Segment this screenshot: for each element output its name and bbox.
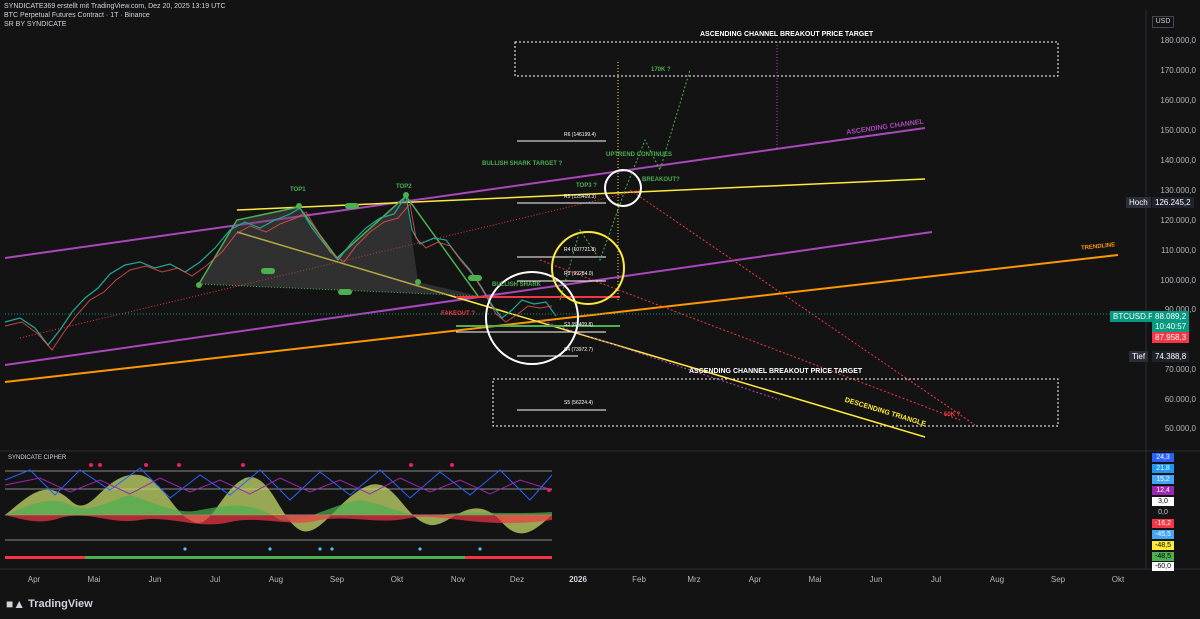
time-label-year: 2026 bbox=[569, 575, 587, 584]
orange-trendline bbox=[4, 254, 1119, 383]
countdown-tag: 10:40:57 bbox=[1152, 321, 1190, 332]
time-label: Apr bbox=[748, 575, 762, 584]
ann-170k: 170K ? bbox=[651, 67, 671, 73]
brand-name: TradingView bbox=[28, 598, 93, 610]
yellow-circle bbox=[551, 231, 625, 305]
tradingview-brand[interactable]: ■▲ TradingView bbox=[6, 597, 93, 611]
pivot-s5: S5 (56224.4) bbox=[564, 400, 593, 406]
time-label: Sep bbox=[329, 575, 345, 584]
ind-bottom-markers bbox=[183, 547, 482, 551]
time-label: Aug bbox=[268, 575, 284, 584]
indicator-value-tag: 21,8 bbox=[1152, 464, 1174, 473]
pivot-r4: R4 (107721.8) bbox=[564, 247, 596, 253]
symbol-tag: BTCUSD.P bbox=[1110, 311, 1157, 322]
high-tag-value: 126.245,2 bbox=[1152, 197, 1194, 208]
price-label: 130.000,0 bbox=[1160, 186, 1196, 195]
price-label: 70.000,0 bbox=[1164, 365, 1196, 374]
ind-bottom-bar-red-1 bbox=[5, 556, 85, 559]
ann-top2: TOP2 bbox=[396, 184, 412, 190]
price-label: 110.000,0 bbox=[1161, 246, 1196, 255]
indicator-value-tag: -60,0 bbox=[1152, 562, 1174, 571]
ann-fakeout: FAKEOUT ? bbox=[441, 311, 475, 317]
pivot-s4: S4 (73972.7) bbox=[564, 347, 593, 353]
ind-purple-line bbox=[4, 477, 553, 495]
time-label: Okt bbox=[390, 575, 404, 584]
indicator-value-tag: -16,2 bbox=[1152, 519, 1174, 528]
indicator-value-tag: 15,2 bbox=[1152, 475, 1174, 484]
price-label: 180.000,0 bbox=[1160, 36, 1196, 45]
ann-lower-target: ASCENDING CHANNEL BREAKOUT PRICE TARGET bbox=[689, 368, 863, 375]
price-label: 100.000,0 bbox=[1160, 276, 1196, 285]
price-label: 150.000,0 bbox=[1160, 126, 1196, 135]
ann-shark-target: BULLISH SHARK TARGET ? bbox=[482, 161, 563, 167]
ind-red-area bbox=[5, 515, 552, 525]
ind-yellow-area bbox=[5, 474, 552, 534]
pivot-r6: R6 (146199.4) bbox=[564, 132, 596, 138]
pivot-r3: R3 (99284.0) bbox=[564, 271, 594, 277]
time-label: Feb bbox=[632, 575, 646, 584]
indicator-value-tag: 3,0 bbox=[1152, 497, 1174, 506]
low-tag-value: 74.388,8 bbox=[1152, 351, 1190, 362]
ann-uptrend: UPTREND CONTINUES bbox=[606, 152, 673, 158]
time-label: Mai bbox=[808, 575, 822, 584]
ind-bottom-bar-red-2 bbox=[465, 556, 552, 559]
ann-breakout: BREAKOUT? bbox=[642, 177, 680, 183]
indicator-value-tag: 12,4 bbox=[1152, 486, 1174, 495]
price-label: 50.000,0 bbox=[1164, 424, 1196, 433]
white-circle-small bbox=[604, 169, 642, 207]
price-label: 60.000,0 bbox=[1164, 395, 1196, 404]
time-label: Apr bbox=[27, 575, 41, 584]
price-label: 120.000,0 bbox=[1160, 216, 1196, 225]
bid-tag: 87.958,3 bbox=[1152, 332, 1190, 343]
ann-bullish-shark: BULLISH SHARK bbox=[492, 282, 541, 288]
indicator-value-tag: -48,5 bbox=[1152, 541, 1174, 550]
time-label: Nov bbox=[450, 575, 466, 584]
indicator-value-tag: -48,5 bbox=[1152, 552, 1174, 561]
upper-target-box bbox=[514, 41, 1059, 77]
time-label: Okt bbox=[1111, 575, 1125, 584]
pivot-s3: S3 (82409.8) bbox=[564, 322, 593, 328]
time-label: Sep bbox=[1050, 575, 1066, 584]
indicator-value-tag: 24,3 bbox=[1152, 453, 1174, 462]
tradingview-logo-icon: ■▲ bbox=[6, 597, 26, 611]
time-label: Dez bbox=[509, 575, 525, 584]
main-chart[interactable] bbox=[0, 0, 1200, 619]
time-label: Mrz bbox=[687, 575, 701, 584]
time-label: Aug bbox=[989, 575, 1005, 584]
ann-upper-target: ASCENDING CHANNEL BREAKOUT PRICE TARGET bbox=[700, 31, 874, 38]
channel-lower-line bbox=[4, 231, 933, 366]
time-label: Mai bbox=[87, 575, 101, 584]
time-label: Jun bbox=[148, 575, 162, 584]
ann-top3: TOP3 ? bbox=[576, 183, 597, 189]
projection-line-3 bbox=[539, 259, 961, 421]
low-tag-label: Tief bbox=[1129, 351, 1149, 362]
price-label: 160.000,0 bbox=[1160, 96, 1196, 105]
price-label: 140.000,0 bbox=[1160, 156, 1196, 165]
ann-top1: TOP1 bbox=[290, 187, 306, 193]
high-tag-label: Hoch bbox=[1126, 197, 1151, 208]
ind-blue-line bbox=[4, 467, 553, 501]
time-label: Jul bbox=[209, 575, 221, 584]
price-label: 170.000,0 bbox=[1160, 66, 1196, 75]
channel-upper-line bbox=[4, 127, 926, 259]
indicator-value-tag: 0,0 bbox=[1152, 508, 1174, 517]
pivot-r5: R5 (125409.3) bbox=[564, 194, 596, 200]
projection-line-2 bbox=[629, 189, 976, 426]
indicator-title[interactable]: SYNDICATE CIPHER bbox=[8, 455, 66, 461]
indicator-value-tag: -45,5 bbox=[1152, 530, 1174, 539]
time-label: Jun bbox=[869, 575, 883, 584]
time-label: Jul bbox=[930, 575, 942, 584]
ann-50k: 50K ? bbox=[944, 412, 961, 418]
